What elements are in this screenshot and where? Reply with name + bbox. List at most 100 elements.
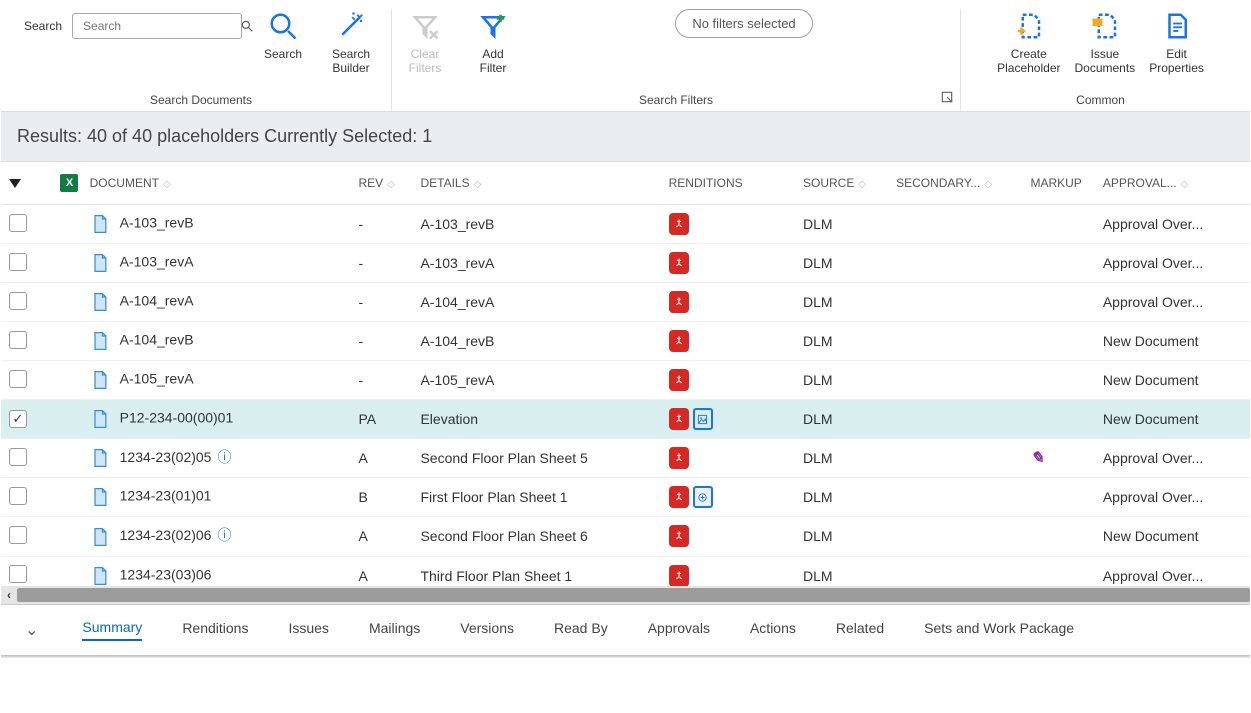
pdf-icon[interactable] xyxy=(669,525,689,547)
tab-sets-and-work-package[interactable]: Sets and Work Package xyxy=(924,620,1074,640)
table-row[interactable]: A-103_revA-A-103_revADLMApproval Over... xyxy=(1,244,1250,283)
cell-markup xyxy=(1022,244,1094,283)
pdf-icon[interactable] xyxy=(669,252,689,274)
table-row[interactable]: A-105_revA-A-105_revADLMNew Document xyxy=(1,361,1250,400)
cell-details: A-103_revA xyxy=(412,244,660,283)
cell-rev: - xyxy=(350,205,412,244)
tab-approvals[interactable]: Approvals xyxy=(648,620,710,640)
col-approval[interactable]: APPROVAL...◇ xyxy=(1095,162,1250,205)
cell-rev: - xyxy=(350,361,412,400)
cell-renditions xyxy=(661,361,795,400)
info-icon[interactable]: ⓘ xyxy=(217,449,231,465)
row-checkbox[interactable] xyxy=(9,410,27,428)
cell-document: 1234-23(02)05 xyxy=(120,449,212,465)
tab-mailings[interactable]: Mailings xyxy=(369,620,420,640)
image-icon[interactable] xyxy=(693,408,713,430)
funnel-clear-icon xyxy=(408,9,442,43)
pdf-icon[interactable] xyxy=(669,447,689,469)
col-secondary[interactable]: SECONDARY...◇ xyxy=(888,162,1022,205)
search-icon[interactable] xyxy=(240,19,254,33)
edit-properties-label: Edit Properties xyxy=(1149,47,1204,76)
row-checkbox[interactable] xyxy=(9,565,27,583)
tab-related[interactable]: Related xyxy=(836,620,884,640)
row-checkbox[interactable] xyxy=(9,448,27,466)
col-renditions[interactable]: RENDITIONS xyxy=(661,162,795,205)
cell-document: A-104_revA xyxy=(120,293,194,309)
search-box[interactable] xyxy=(72,13,242,39)
row-checkbox[interactable] xyxy=(9,292,27,310)
cell-secondary xyxy=(888,478,1022,517)
ribbon-section-label: Search Filters xyxy=(639,93,713,111)
info-icon[interactable]: ⓘ xyxy=(217,527,231,543)
search-input[interactable] xyxy=(81,18,240,34)
add-filter-button[interactable]: Add Filter xyxy=(466,9,520,76)
row-checkbox[interactable] xyxy=(9,526,27,544)
tab-actions[interactable]: Actions xyxy=(750,620,796,640)
results-table: X DOCUMENT◇ REV◇ DETAILS◇ RENDITIONS SOU… xyxy=(1,162,1250,586)
cell-source: DLM xyxy=(795,244,888,283)
wand-icon xyxy=(334,9,368,43)
col-rev[interactable]: REV◇ xyxy=(350,162,412,205)
table-row[interactable]: 1234-23(03)06AThird Floor Plan Sheet 1DL… xyxy=(1,556,1250,586)
col-export[interactable]: X xyxy=(46,162,81,205)
scrollbar-thumb[interactable] xyxy=(17,588,1250,602)
pdf-icon[interactable] xyxy=(669,565,689,586)
row-checkbox[interactable] xyxy=(9,214,27,232)
scroll-left-arrow[interactable]: ‹ xyxy=(1,588,17,602)
search-builder-button[interactable]: Search Builder xyxy=(324,9,378,76)
sort-icon: ◇ xyxy=(387,179,395,190)
col-document[interactable]: DOCUMENT◇ xyxy=(82,162,351,205)
tab-issues[interactable]: Issues xyxy=(288,620,328,640)
table-row[interactable]: A-104_revA-A-104_revADLMApproval Over... xyxy=(1,283,1250,322)
table-row[interactable]: P12-234-00(00)01PAElevationDLMNew Docume… xyxy=(1,400,1250,439)
col-select-all[interactable] xyxy=(1,162,46,205)
document-icon xyxy=(90,291,110,313)
ribbon-section-common: Create Placeholder Issue Documents Edit … xyxy=(960,9,1240,111)
row-checkbox[interactable] xyxy=(9,370,27,388)
horizontal-scrollbar[interactable]: ‹ xyxy=(1,586,1250,604)
col-source[interactable]: SOURCE◇ xyxy=(795,162,888,205)
search-button[interactable]: Search xyxy=(256,9,310,61)
tab-renditions[interactable]: Renditions xyxy=(182,620,248,640)
pdf-icon[interactable] xyxy=(669,291,689,313)
pdf-icon[interactable] xyxy=(669,330,689,352)
cell-approval: Approval Over... xyxy=(1095,439,1250,478)
create-placeholder-button[interactable]: Create Placeholder xyxy=(997,9,1060,76)
tab-versions[interactable]: Versions xyxy=(460,620,514,640)
table-row[interactable]: 1234-23(02)05ⓘASecond Floor Plan Sheet 5… xyxy=(1,439,1250,478)
chevron-down-icon[interactable]: ⌄ xyxy=(25,620,38,640)
tab-read-by[interactable]: Read By xyxy=(554,620,608,640)
row-checkbox[interactable] xyxy=(9,331,27,349)
col-details[interactable]: DETAILS◇ xyxy=(412,162,660,205)
edit-properties-button[interactable]: Edit Properties xyxy=(1149,9,1204,76)
cell-secondary xyxy=(888,244,1022,283)
cell-approval: Approval Over... xyxy=(1095,244,1250,283)
cell-source: DLM xyxy=(795,439,888,478)
col-markup[interactable]: MARKUP xyxy=(1022,162,1094,205)
table-row[interactable]: A-103_revB-A-103_revBDLMApproval Over... xyxy=(1,205,1250,244)
drawing-icon[interactable] xyxy=(693,486,713,508)
row-checkbox[interactable] xyxy=(9,487,27,505)
cell-details: A-104_revA xyxy=(412,283,660,322)
pdf-icon[interactable] xyxy=(669,369,689,391)
filter-pill-area: No filters selected xyxy=(534,9,954,38)
cell-details: First Floor Plan Sheet 1 xyxy=(412,478,660,517)
row-checkbox[interactable] xyxy=(9,253,27,271)
cell-renditions xyxy=(661,517,795,556)
table-row[interactable]: 1234-23(01)01BFirst Floor Plan Sheet 1DL… xyxy=(1,478,1250,517)
cell-approval: Approval Over... xyxy=(1095,478,1250,517)
edit-props-icon xyxy=(1160,9,1194,43)
table-row[interactable]: 1234-23(02)06ⓘASecond Floor Plan Sheet 6… xyxy=(1,517,1250,556)
markup-icon[interactable]: ✎ xyxy=(1030,450,1043,467)
cell-renditions xyxy=(661,283,795,322)
bottom-shadow xyxy=(1,655,1250,658)
pdf-icon[interactable] xyxy=(669,213,689,235)
section-expand-icon[interactable] xyxy=(940,90,954,107)
table-row[interactable]: A-104_revB-A-104_revBDLMNew Document xyxy=(1,322,1250,361)
cell-approval: New Document xyxy=(1095,322,1250,361)
pdf-icon[interactable] xyxy=(669,486,689,508)
tab-summary[interactable]: Summary xyxy=(82,619,142,641)
cell-secondary xyxy=(888,205,1022,244)
issue-documents-button[interactable]: Issue Documents xyxy=(1074,9,1135,76)
pdf-icon[interactable] xyxy=(669,408,689,430)
